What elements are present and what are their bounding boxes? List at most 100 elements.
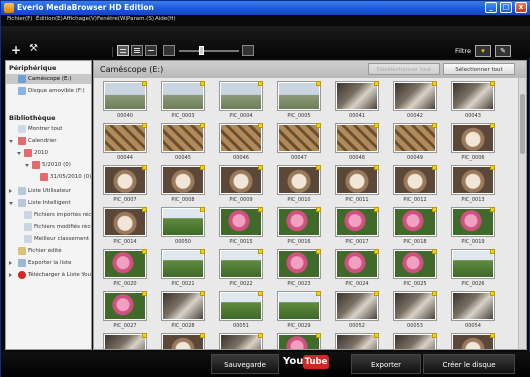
thumbnail-image[interactable]	[162, 208, 204, 236]
thumbnail-image[interactable]	[278, 82, 320, 110]
sidebar-item-camescope[interactable]: Caméscope (E:)	[6, 74, 91, 84]
add-button[interactable]: +	[11, 43, 21, 57]
thumbnail-item[interactable]	[104, 249, 147, 280]
thumbnail-image[interactable]	[220, 292, 262, 320]
expand-arrow-icon[interactable]	[9, 202, 13, 205]
thumbnail-image[interactable]	[394, 292, 436, 320]
thumbnail-image[interactable]	[162, 166, 204, 194]
menu-aide[interactable]: Aide(H)	[155, 16, 176, 22]
minimize-button[interactable]: _	[485, 2, 497, 13]
thumbnail-item[interactable]	[394, 81, 437, 112]
thumbnail-item[interactable]	[452, 249, 495, 280]
youtube-button[interactable]: You Tube	[283, 354, 331, 372]
thumbnail-image[interactable]	[278, 124, 320, 152]
expand-arrow-icon[interactable]	[25, 164, 29, 167]
vertical-scrollbar[interactable]	[518, 78, 526, 349]
menu-affichage[interactable]: Affichage(V)	[63, 16, 97, 22]
thumbnail-image[interactable]	[394, 124, 436, 152]
thumbnail-image[interactable]	[278, 334, 320, 349]
thumbnail-item[interactable]	[162, 249, 205, 280]
thumbnail-image[interactable]	[394, 208, 436, 236]
thumbnail-item[interactable]	[452, 165, 495, 196]
thumbnail-item[interactable]	[162, 165, 205, 196]
thumbnail-item[interactable]	[278, 291, 321, 322]
thumbnail-item[interactable]	[278, 81, 321, 112]
thumbnail-item[interactable]	[394, 123, 437, 154]
view-thumbnail-button[interactable]	[117, 45, 129, 56]
thumbnail-image[interactable]	[336, 82, 378, 110]
thumbnail-item[interactable]	[278, 165, 321, 196]
sidebar-item-liste-utilisateur[interactable]: Liste Utilisateur	[6, 186, 91, 196]
sidebar-item-fichier-edite[interactable]: Fichier édité	[6, 246, 91, 256]
thumbnail-image[interactable]	[394, 82, 436, 110]
sidebar-item-31-05-2010[interactable]: 31/05/2010 (0)	[6, 172, 91, 182]
thumbnail-item[interactable]	[394, 165, 437, 196]
sidebar-item-fichiers-modifies[interactable]: Fichiers modifiés réce	[6, 222, 91, 232]
zoom-in-icon[interactable]	[242, 45, 254, 56]
create-disc-button[interactable]: Créer le disque	[423, 354, 515, 374]
thumbnail-item[interactable]	[220, 165, 263, 196]
thumbnail-image[interactable]	[220, 166, 262, 194]
sidebar-item-liste-intelligent[interactable]: Liste Intelligent	[6, 198, 91, 208]
thumbnail-image[interactable]	[278, 250, 320, 278]
thumbnail-image[interactable]	[452, 124, 494, 152]
thumbnail-image[interactable]	[104, 166, 146, 194]
thumbnail-image[interactable]	[394, 334, 436, 349]
thumbnail-image[interactable]	[104, 208, 146, 236]
thumbnail-image[interactable]	[452, 292, 494, 320]
select-all-button[interactable]: Sélectionner tout	[443, 63, 515, 75]
zoom-slider-handle[interactable]	[199, 46, 204, 55]
thumbnail-item[interactable]	[104, 291, 147, 322]
thumbnail-image[interactable]	[104, 292, 146, 320]
thumbnail-image[interactable]	[220, 82, 262, 110]
thumbnail-item[interactable]	[104, 123, 147, 154]
expand-arrow-icon[interactable]	[9, 261, 12, 265]
thumbnail-item[interactable]	[336, 333, 379, 349]
sidebar-item-meilleur-classement[interactable]: Meilleur classement	[6, 234, 91, 244]
thumbnail-image[interactable]	[452, 334, 494, 349]
thumbnail-image[interactable]	[452, 166, 494, 194]
sidebar-item-fichiers-importes[interactable]: Fichiers importés réce	[6, 210, 91, 220]
thumbnail-item[interactable]	[220, 333, 263, 349]
thumbnail-image[interactable]	[336, 166, 378, 194]
thumbnail-item[interactable]	[278, 207, 321, 238]
thumbnail-item[interactable]	[220, 249, 263, 280]
thumbnail-item[interactable]	[336, 249, 379, 280]
thumbnail-item[interactable]	[162, 123, 205, 154]
thumbnail-image[interactable]	[104, 334, 146, 349]
thumbnail-image[interactable]	[162, 250, 204, 278]
thumbnail-item[interactable]	[452, 123, 495, 154]
thumbnail-item[interactable]	[162, 81, 205, 112]
thumbnail-item[interactable]	[104, 207, 147, 238]
thumbnail-image[interactable]	[162, 292, 204, 320]
thumbnail-image[interactable]	[336, 292, 378, 320]
thumbnail-image[interactable]	[220, 334, 262, 349]
thumbnail-image[interactable]	[336, 208, 378, 236]
thumbnail-image[interactable]	[452, 250, 494, 278]
save-button[interactable]: Sauvegarde	[211, 354, 279, 374]
expand-arrow-icon[interactable]	[17, 152, 21, 155]
sidebar-item-5-2010[interactable]: 5/2010 (0)	[6, 160, 91, 170]
thumbnail-item[interactable]	[162, 207, 205, 238]
sidebar-item-exporter-liste[interactable]: Exporter la liste	[6, 258, 91, 268]
expand-arrow-icon[interactable]	[9, 273, 12, 277]
thumbnail-image[interactable]	[394, 166, 436, 194]
thumbnail-item[interactable]	[220, 81, 263, 112]
thumbnail-image[interactable]	[220, 124, 262, 152]
thumbnail-item[interactable]	[104, 165, 147, 196]
thumbnail-image[interactable]	[278, 166, 320, 194]
menu-fichier[interactable]: Fichier(F)	[7, 16, 32, 22]
thumbnail-image[interactable]	[220, 208, 262, 236]
thumbnail-image[interactable]	[452, 82, 494, 110]
thumbnail-item[interactable]	[394, 333, 437, 349]
sidebar-item-disque-amovible[interactable]: Disque amovible (F:)	[6, 86, 91, 96]
view-list-button[interactable]	[131, 45, 143, 56]
maximize-button[interactable]: □	[500, 2, 512, 13]
menu-fenetre[interactable]: Fenêtre(W)	[97, 16, 128, 22]
thumbnail-item[interactable]	[220, 207, 263, 238]
thumbnail-item[interactable]	[452, 333, 495, 349]
tools-icon[interactable]: ⚒	[29, 43, 38, 54]
thumbnail-image[interactable]	[104, 124, 146, 152]
menu-edition[interactable]: Édition(E)	[36, 16, 63, 22]
thumbnail-image[interactable]	[104, 250, 146, 278]
